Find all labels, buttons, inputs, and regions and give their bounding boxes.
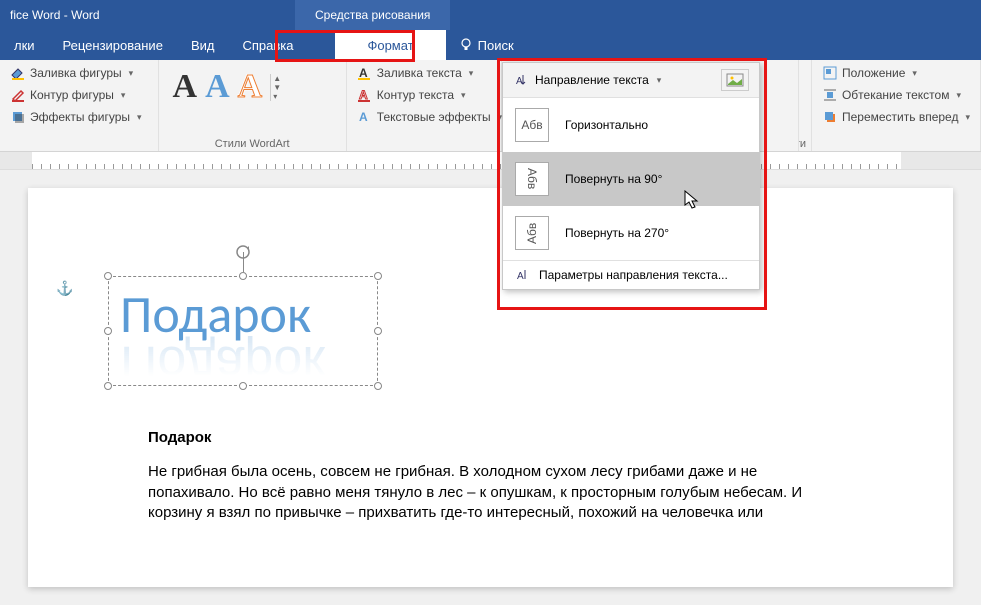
ribbon-group-shape-styles: Заливка фигуры Контур фигуры Эффекты фиг… (0, 60, 159, 151)
thumb-rotate-270: Абв (515, 216, 549, 250)
thumb-rotate-90: Абв (515, 162, 549, 196)
document-area: ⚓ Подарок Подарок Подарок Не грибная был… (0, 170, 981, 605)
doc-paragraph[interactable]: Не грибная была осень, совсем не грибная… (148, 462, 833, 523)
shape-fill-button[interactable]: Заливка фигуры (6, 63, 137, 83)
svg-text:A: A (517, 271, 524, 282)
text-outline-button[interactable]: AКонтур текста (353, 85, 470, 105)
text-direction-rotate-270[interactable]: Абв Повернуть на 270° (503, 206, 759, 260)
text-direction-icon: A (513, 72, 529, 88)
text-direction-horizontal[interactable]: Абв Горизонтально (503, 98, 759, 152)
tab-format[interactable]: Формат (335, 30, 445, 60)
shape-effects-button[interactable]: Эффекты фигуры (6, 107, 146, 127)
resize-handle-bl[interactable] (104, 382, 112, 390)
page[interactable]: ⚓ Подарок Подарок Подарок Не грибная был… (28, 188, 953, 587)
group-label-wordart: Стили WordArt (159, 138, 346, 150)
text-direction-menu: A Направление текста ▾ Абв Горизонтально… (502, 62, 760, 290)
alt-text-button[interactable] (721, 69, 749, 91)
text-fill-icon: A (357, 65, 373, 81)
picture-icon (726, 73, 744, 87)
text-fill-button[interactable]: AЗаливка текста (353, 63, 478, 83)
text-effects-icon: A (357, 109, 373, 125)
gallery-up-icon[interactable]: ▲ (273, 74, 281, 83)
svg-text:A: A (359, 88, 368, 102)
wordart-style-2[interactable]: А (205, 68, 230, 106)
doc-heading[interactable]: Подарок (148, 428, 833, 448)
tab-review[interactable]: Рецензирование (49, 30, 177, 60)
wordart-reflection: Подарок (120, 334, 325, 394)
text-outline-icon: A (357, 87, 373, 103)
ribbon-group-wordart-styles: А А А ▲ ▼ ▾ Стили WordArt (159, 60, 347, 151)
wordart-style-3[interactable]: А (238, 68, 263, 106)
paint-bucket-icon (10, 65, 26, 81)
bring-forward-button[interactable]: Переместить вперед (818, 107, 974, 127)
tell-me-search[interactable]: Поиск (446, 30, 526, 60)
contextual-tab-label: Средства рисования (295, 0, 450, 30)
effects-icon (10, 109, 26, 125)
text-direction-rotate-90[interactable]: Абв Повернуть на 90° (503, 152, 759, 206)
svg-text:A: A (359, 66, 368, 80)
wordart-object[interactable]: Подарок Подарок (108, 276, 378, 386)
tab-links[interactable]: лки (0, 30, 49, 60)
ribbon-group-accessibility-partial: ожности (799, 60, 812, 151)
thumb-horizontal: Абв (515, 108, 549, 142)
gallery-more-icon[interactable]: ▾ (273, 92, 281, 101)
svg-text:A: A (516, 76, 523, 87)
pen-outline-icon (10, 87, 26, 103)
position-icon (822, 65, 838, 81)
gallery-down-icon[interactable]: ▼ (273, 83, 281, 92)
shape-outline-button[interactable]: Контур фигуры (6, 85, 129, 105)
tab-help[interactable]: Справка (228, 30, 307, 60)
bring-forward-icon (822, 109, 838, 125)
chevron-down-icon: ▾ (657, 75, 662, 86)
resize-handle-br[interactable] (374, 382, 382, 390)
position-button[interactable]: Положение (818, 63, 921, 83)
ribbon-group-wordart-text: AЗаливка текста AКонтур текста AТекстовы… (347, 60, 502, 151)
rotate-stem (243, 252, 244, 272)
wrap-text-icon (822, 87, 838, 103)
ribbon-tabs: лки Рецензирование Вид Справка Формат По… (0, 30, 981, 60)
wordart-style-1[interactable]: А (173, 68, 198, 106)
svg-text:A: A (359, 110, 368, 124)
text-direction-options-icon: A (515, 267, 531, 283)
app-title: fice Word - Word (10, 8, 100, 22)
wrap-text-button[interactable]: Обтекание текстом (818, 85, 965, 105)
text-direction-options[interactable]: A Параметры направления текста... (503, 261, 759, 289)
ribbon: Заливка фигуры Контур фигуры Эффекты фиг… (0, 60, 981, 152)
wordart-gallery[interactable]: А А А ▲ ▼ ▾ (165, 62, 340, 112)
anchor-icon: ⚓ (56, 280, 73, 297)
lightbulb-icon (458, 37, 474, 53)
text-direction-button[interactable]: A Направление текста ▾ (503, 63, 759, 98)
horizontal-ruler[interactable] (0, 152, 981, 170)
text-effects-button[interactable]: AТекстовые эффекты (353, 107, 506, 127)
tab-view[interactable]: Вид (177, 30, 229, 60)
title-bar: fice Word - Word Средства рисования (0, 0, 981, 30)
ribbon-group-arrange: Положение Обтекание текстом Переместить … (812, 60, 981, 151)
